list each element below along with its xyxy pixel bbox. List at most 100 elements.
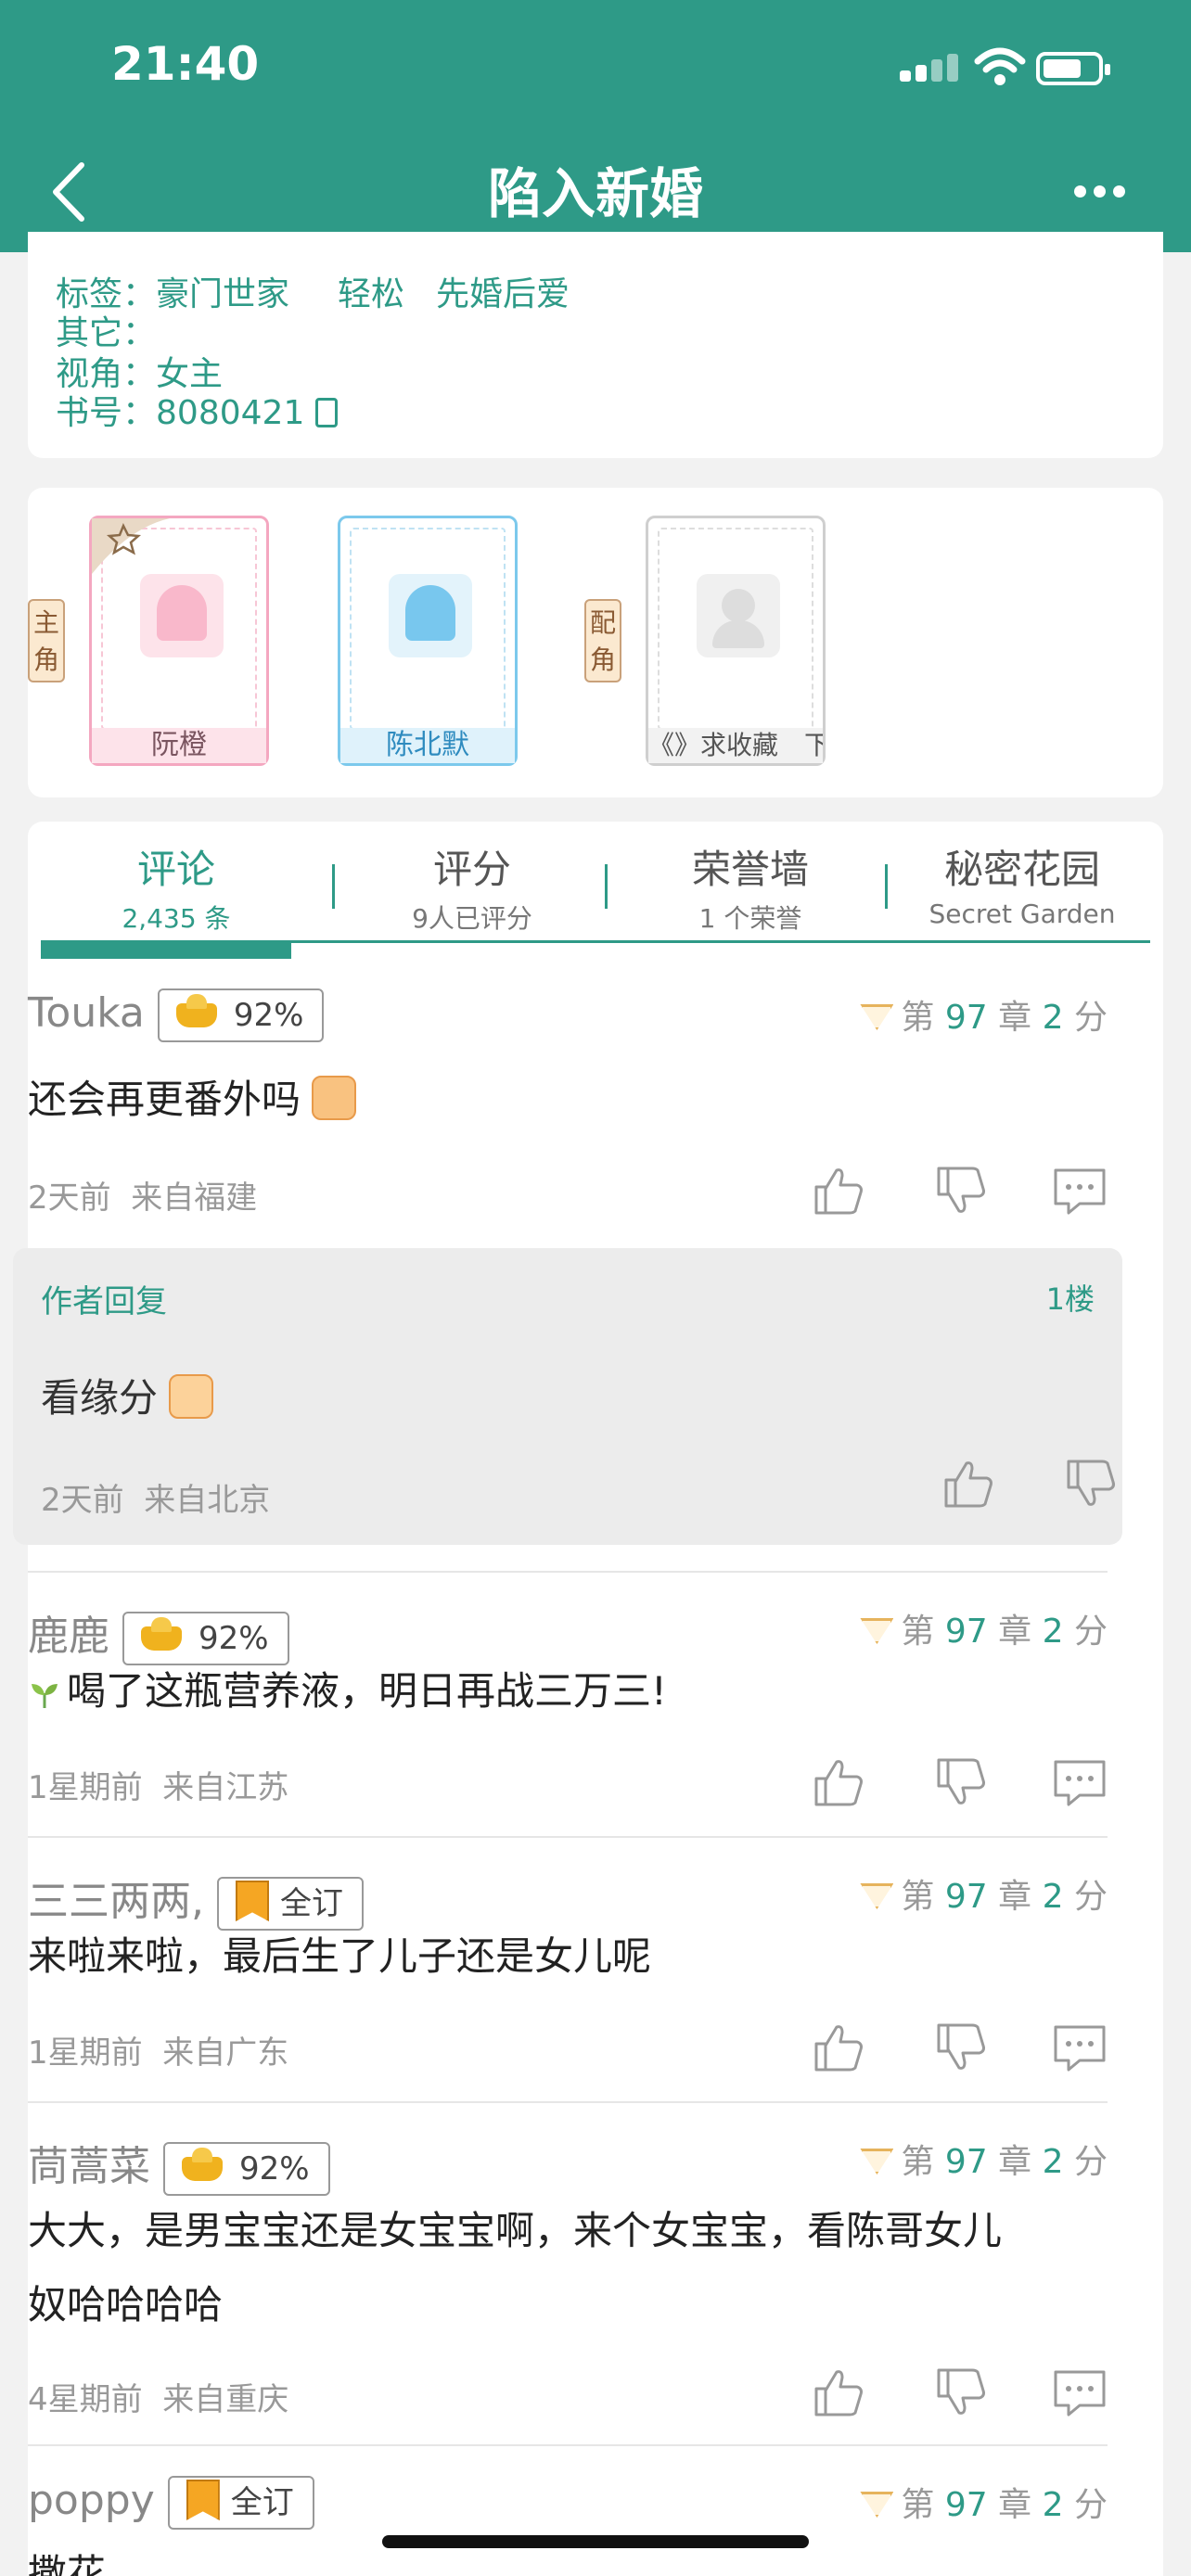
dislike-icon[interactable] bbox=[933, 1163, 989, 1218]
book-info-card: 标签：豪门世家 轻松 先婚后爱 其它： 视角：女主 书号：8080421 bbox=[28, 232, 1163, 458]
comment-item: 茼蒿菜 92% 第 97 章 2 分 大大，是男宝宝还是女宝宝啊，来个女宝宝，看陈… bbox=[28, 2129, 1108, 2435]
divider bbox=[28, 1571, 1108, 1573]
active-tab-indicator bbox=[41, 942, 291, 959]
comment-meta: 1星期前 来自广东 bbox=[28, 2034, 289, 2072]
comment-text: 还会再更番外吗 bbox=[28, 1063, 357, 1137]
comment-meta: 2天前 来自福建 bbox=[28, 1180, 258, 1217]
comment-item: poppy 全订 第 97 章 2 分 撒花 bbox=[28, 2472, 1108, 2576]
comment-item: Touka 92% 第 97 章 2 分 还会再更番外吗 2天前 来自福建 bbox=[28, 985, 1108, 1226]
reply-icon[interactable] bbox=[1052, 1163, 1108, 1218]
diamond-icon bbox=[860, 1618, 894, 1644]
reply-icon[interactable] bbox=[1052, 2365, 1108, 2420]
sprout-icon bbox=[32, 1684, 58, 1708]
app-header: 21:40 陷入新婚 bbox=[0, 0, 1191, 252]
like-icon[interactable] bbox=[811, 2020, 866, 2075]
reply-icon[interactable] bbox=[1052, 1754, 1108, 1810]
comment-text: 撒花 bbox=[28, 2551, 107, 2576]
comment-meta: 1星期前 来自江苏 bbox=[28, 1769, 289, 1806]
dislike-icon[interactable] bbox=[933, 2365, 989, 2420]
diamond-icon bbox=[860, 2492, 894, 2518]
tag-item[interactable]: 先婚后爱 bbox=[436, 275, 570, 313]
reply-text: 看缘分 bbox=[41, 1367, 214, 1423]
diamond-icon bbox=[860, 1004, 894, 1030]
comment-text: 来啦来啦，最后生了儿子还是女儿呢 bbox=[28, 1933, 652, 1979]
star-icon bbox=[92, 518, 170, 574]
battery-icon bbox=[1036, 52, 1110, 85]
like-icon[interactable] bbox=[811, 1754, 866, 1810]
like-icon[interactable] bbox=[941, 1456, 996, 1511]
role-name: 《》求收藏 下 bbox=[648, 728, 823, 763]
gold-ingot-icon bbox=[175, 994, 217, 1027]
comment-actions bbox=[811, 2020, 1108, 2075]
page-title: 陷入新婚 bbox=[487, 162, 703, 225]
bookmark-icon bbox=[186, 2480, 220, 2520]
tag-item[interactable]: 豪门世家 bbox=[156, 275, 289, 313]
divider bbox=[28, 1836, 1108, 1838]
gold-ingot-icon bbox=[141, 1617, 182, 1651]
avatar bbox=[389, 574, 472, 657]
role-card-support[interactable]: 《》求收藏 下 bbox=[646, 516, 826, 766]
subscription-badge: 92% bbox=[163, 2142, 330, 2196]
book-id-label: 书号： bbox=[56, 394, 157, 432]
comment-meta: 4星期前 来自重庆 bbox=[28, 2381, 289, 2418]
copy-icon[interactable] bbox=[315, 398, 339, 427]
avatar bbox=[697, 574, 780, 657]
floor-number: 1楼 bbox=[1045, 1282, 1095, 1317]
comment-actions bbox=[811, 1754, 1108, 1810]
avatar bbox=[140, 574, 224, 657]
comment-chapter: 第 97 章 2 分 bbox=[860, 1604, 1108, 1652]
role-name: 阮橙 bbox=[92, 728, 266, 763]
comment-username[interactable]: Touka bbox=[28, 989, 145, 1037]
divider bbox=[28, 2444, 1108, 2446]
comment-chapter: 第 97 章 2 分 bbox=[860, 2135, 1108, 2183]
book-id-row: 书号：8080421 bbox=[56, 386, 339, 434]
comment-chapter: 第 97 章 2 分 bbox=[860, 990, 1108, 1039]
comment-item: 三三两两, 全订 第 97 章 2 分 来啦来啦，最后生了儿子还是女儿呢 1星期前… bbox=[28, 1864, 1108, 2086]
subscription-badge: 全订 bbox=[167, 2476, 314, 2530]
tag-item[interactable]: 轻松 bbox=[338, 275, 404, 313]
divider bbox=[28, 2101, 1108, 2103]
reply-icon[interactable] bbox=[1052, 2020, 1108, 2075]
comment-chapter: 第 97 章 2 分 bbox=[860, 2478, 1108, 2526]
tab-ratings[interactable]: 评分 9人已评分 bbox=[365, 838, 579, 936]
diamond-icon bbox=[860, 2149, 894, 2174]
comment-text: 大大，是男宝宝还是女宝宝啊，来个女宝宝，看陈哥女儿 奴哈哈哈哈 bbox=[28, 2208, 1003, 2327]
comment-username[interactable]: poppy bbox=[28, 2477, 155, 2524]
comment-username[interactable]: 三三两两, bbox=[28, 1878, 204, 1925]
book-id-value: 8080421 bbox=[156, 394, 305, 432]
diamond-icon bbox=[860, 1883, 894, 1909]
like-icon[interactable] bbox=[811, 1163, 866, 1218]
tab-secret-garden[interactable]: 秘密花园 Secret Garden bbox=[894, 838, 1150, 929]
comment-item: 鹿鹿 92% 第 97 章 2 分 喝了这瓶营养液，明日再战三万三! 1星期前 来… bbox=[28, 1599, 1108, 1821]
support-role-tag: 配角 bbox=[584, 599, 621, 682]
wifi-icon bbox=[974, 47, 1026, 85]
role-card-main[interactable]: 阮橙 bbox=[89, 516, 269, 766]
tab-honor-wall[interactable]: 荣誉墙 1 个荣誉 bbox=[634, 838, 866, 936]
emoji-icon bbox=[312, 1076, 357, 1120]
emoji-icon bbox=[169, 1374, 214, 1419]
status-time: 21:40 bbox=[111, 37, 260, 91]
like-icon[interactable] bbox=[811, 2365, 866, 2420]
dislike-icon[interactable] bbox=[933, 2020, 989, 2075]
comment-chapter: 第 97 章 2 分 bbox=[860, 1869, 1108, 1918]
role-card-main[interactable]: 陈北默 bbox=[338, 516, 518, 766]
dislike-icon[interactable] bbox=[1063, 1456, 1119, 1511]
home-indicator[interactable] bbox=[382, 2535, 809, 2548]
comment-username[interactable]: 茼蒿菜 bbox=[28, 2143, 150, 2190]
author-reply-label: 作者回复 bbox=[41, 1283, 167, 1320]
dislike-icon[interactable] bbox=[933, 1754, 989, 1810]
signal-icon bbox=[900, 54, 959, 82]
roles-card: 主角 阮橙 陈北默 配角 《》求收藏 下 bbox=[28, 488, 1163, 797]
comment-actions bbox=[811, 1163, 1108, 1218]
gold-ingot-icon bbox=[182, 2148, 223, 2181]
role-name: 陈北默 bbox=[340, 728, 515, 763]
tab-comments[interactable]: 评论 2,435 条 bbox=[83, 838, 269, 936]
more-menu-button[interactable] bbox=[1074, 182, 1126, 200]
comment-username[interactable]: 鹿鹿 bbox=[28, 1613, 109, 1660]
comment-text: 喝了这瓶营养液，明日再战三万三! bbox=[28, 1654, 667, 1728]
main-role-tag: 主角 bbox=[28, 599, 65, 682]
author-reply: 作者回复 1楼 看缘分 2天前 来自北京 bbox=[13, 1248, 1122, 1545]
bookmark-icon bbox=[236, 1881, 269, 1921]
reply-meta: 2天前 来自北京 bbox=[41, 1482, 271, 1519]
subscription-badge: 92% bbox=[157, 988, 325, 1042]
